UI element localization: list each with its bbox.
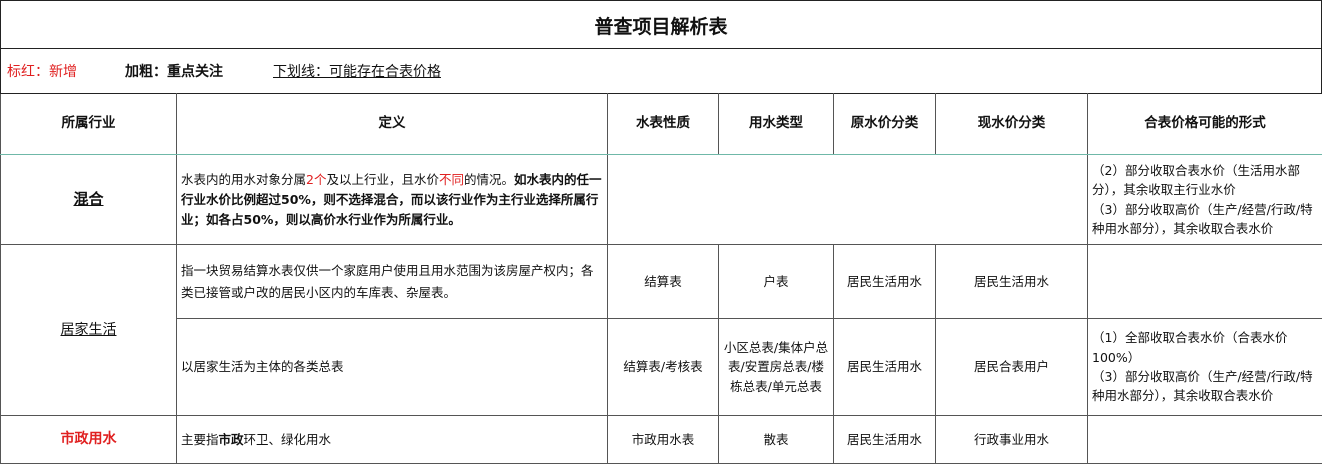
def-text: 主要指 (181, 431, 219, 447)
price-option: （1）全部收取合表水价（合表水价100%） (1092, 330, 1288, 365)
header-original-price[interactable]: 原水价分类 (833, 93, 936, 155)
definition-cell[interactable]: 主要指市政环卫、绿化用水 (176, 415, 608, 464)
combined-price-cell[interactable] (1087, 244, 1322, 319)
header-usage-type[interactable]: 用水类型 (718, 93, 834, 155)
definition-cell[interactable]: 指一块贸易结算水表仅供一个家庭用户使用且用水范围为该房屋产权内；各类已接管或户改… (176, 244, 608, 319)
industry-name: 混合 (73, 190, 104, 209)
industry-name: 居家生活 (60, 321, 117, 338)
legend: 标红：新增 加粗：重点关注 下划线：可能存在合表价格 (0, 48, 1322, 93)
def-text: 的情况。 (464, 171, 515, 187)
current-price-cell[interactable]: 居民合表用户 (935, 318, 1088, 416)
merged-empty-cell[interactable] (607, 154, 1088, 245)
industry-cell[interactable]: 混合 (0, 154, 177, 245)
combined-price-cell[interactable] (1087, 415, 1322, 464)
meter-type-cell[interactable]: 结算表 (607, 244, 719, 319)
sheet-title: 普查项目解析表 (0, 0, 1322, 49)
definition-cell[interactable]: 以居家生活为主体的各类总表 (176, 318, 608, 416)
def-text: 及以上行业，且水价 (326, 171, 439, 187)
def-text: 水表内的用水对象分属 (181, 171, 307, 187)
table-row: 以居家生活为主体的各类总表 结算表/考核表 小区总表/集体户总表/安置房总表/楼… (1, 318, 1322, 416)
legend-red: 标红：新增 (7, 64, 77, 80)
current-price-cell[interactable]: 行政事业用水 (935, 415, 1088, 464)
legend-bold: 加粗：重点关注 (125, 64, 223, 80)
industry-name: 市政用水 (60, 431, 117, 448)
original-price-cell[interactable]: 居民生活用水 (833, 415, 936, 464)
price-option: （2）部分收取合表水价（生活用水部分），其余收取主行业水价 (1092, 162, 1300, 198)
table-row: 市政用水 主要指市政环卫、绿化用水 市政用水表 散表 居民生活用水 行政事业用水 (0, 415, 1322, 464)
usage-type-cell[interactable]: 散表 (718, 415, 834, 464)
header-current-price[interactable]: 现水价分类 (935, 93, 1088, 155)
table-row: 混合 水表内的用水对象分属2个及以上行业，且水价不同的情况。如水表内的任一行业水… (0, 154, 1322, 245)
header-meter-type[interactable]: 水表性质 (607, 93, 719, 155)
table-row: 居家生活 指一块贸易结算水表仅供一个家庭用户使用且用水范围为该房屋产权内；各类已… (0, 244, 1322, 416)
current-price-cell[interactable]: 居民生活用水 (935, 244, 1088, 319)
def-red-text: 2个 (306, 171, 327, 187)
original-price-cell[interactable]: 居民生活用水 (833, 244, 936, 319)
original-price-cell[interactable]: 居民生活用水 (833, 318, 936, 416)
header-row: 所属行业 定义 水表性质 用水类型 原水价分类 现水价分类 合表价格可能的形式 (0, 93, 1322, 155)
def-text: 环卫、绿化用水 (243, 431, 332, 447)
combined-price-cell[interactable]: （2）部分收取合表水价（生活用水部分），其余收取主行业水价 （3）部分收取高价（… (1087, 154, 1322, 245)
legend-underline: 下划线：可能存在合表价格 (273, 64, 441, 80)
price-option: （3）部分收取高价（生产/经营/行政/特种用水部分），其余收取合表水价 (1092, 369, 1313, 404)
price-option: （3）部分收取高价（生产/经营/行政/特种用水部分），其余收取合表水价 (1092, 201, 1313, 236)
usage-type-cell[interactable]: 小区总表/集体户总表/安置房总表/楼栋总表/单元总表 (718, 318, 834, 416)
header-combined-price[interactable]: 合表价格可能的形式 (1087, 93, 1322, 155)
industry-cell[interactable]: 居家生活 (0, 244, 177, 416)
usage-type-cell[interactable]: 户表 (718, 244, 834, 319)
data-table: 所属行业 定义 水表性质 用水类型 原水价分类 现水价分类 合表价格可能的形式 … (0, 93, 1322, 464)
spreadsheet: 普查项目解析表 标红：新增 加粗：重点关注 下划线：可能存在合表价格 所属行业 … (0, 0, 1322, 472)
industry-cell[interactable]: 市政用水 (0, 415, 177, 464)
header-industry[interactable]: 所属行业 (0, 93, 177, 155)
combined-price-cell[interactable]: （1）全部收取合表水价（合表水价100%） （3）部分收取高价（生产/经营/行政… (1087, 318, 1322, 416)
def-red-text: 不同 (438, 171, 464, 187)
header-definition[interactable]: 定义 (176, 93, 608, 155)
meter-type-cell[interactable]: 市政用水表 (607, 415, 719, 464)
definition-cell[interactable]: 水表内的用水对象分属2个及以上行业，且水价不同的情况。如水表内的任一行业水价比例… (176, 154, 608, 245)
def-bold-text: 市政 (218, 431, 244, 447)
meter-type-cell[interactable]: 结算表/考核表 (607, 318, 719, 416)
